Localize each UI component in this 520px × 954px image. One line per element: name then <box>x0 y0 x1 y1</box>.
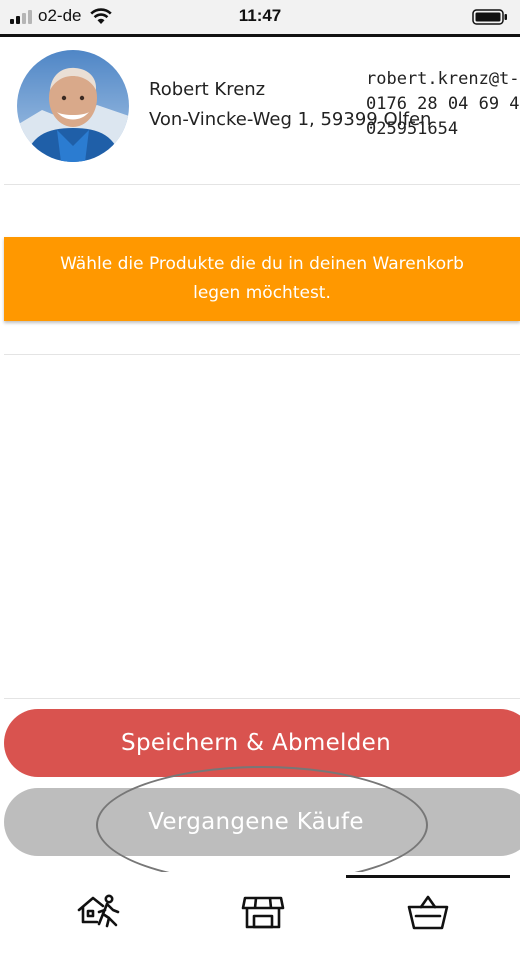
profile-phone: 0176 28 04 69 42 <box>366 94 520 114</box>
battery-icon <box>472 9 507 25</box>
tab-basket[interactable] <box>404 888 452 936</box>
divider <box>4 184 520 185</box>
info-banner-text: Wähle die Produkte die du in deinen Ware… <box>60 254 464 303</box>
avatar <box>17 50 129 162</box>
app-screen: o2-de 11:47 Robert Krenz Von-Vincke-Weg … <box>0 0 520 954</box>
past-purchases-button[interactable]: Vergangene Käufe <box>4 788 520 856</box>
store-icon <box>241 896 285 929</box>
status-bar: o2-de 11:47 <box>0 0 520 37</box>
divider <box>4 698 520 699</box>
status-time: 11:47 <box>238 6 282 25</box>
save-and-logout-button[interactable]: Speichern & Abmelden <box>4 709 520 777</box>
home-person-icon <box>77 894 120 928</box>
profile-name: Robert Krenz <box>149 79 266 100</box>
active-tab-indicator <box>346 875 510 878</box>
tab-store[interactable] <box>239 888 287 936</box>
profile-card: Robert Krenz Von-Vincke-Weg 1, 59399 Olf… <box>0 37 520 184</box>
profile-email: robert.krenz@t-online.de <box>366 69 520 89</box>
profile-phone-2: 025951654 <box>366 119 459 139</box>
info-banner: Wähle die Produkte die du in deinen Ware… <box>4 237 520 321</box>
tab-home[interactable] <box>76 888 124 936</box>
profile-contact: robert.krenz@t-online.de 0176 28 04 69 4… <box>366 65 520 140</box>
basket-icon <box>407 895 449 930</box>
divider <box>4 354 520 355</box>
